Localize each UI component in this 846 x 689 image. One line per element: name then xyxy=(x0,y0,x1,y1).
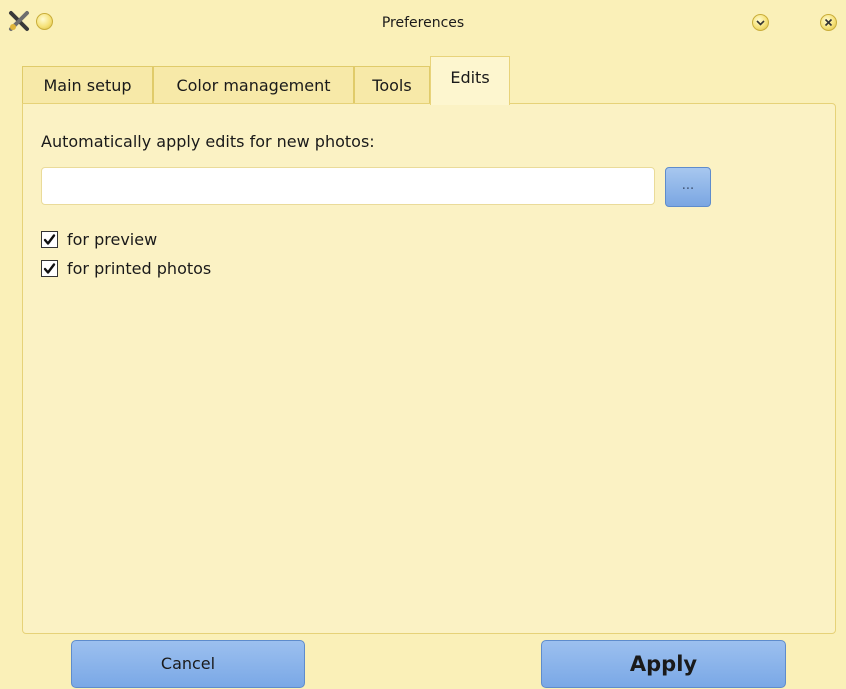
window-title: Preferences xyxy=(381,15,465,31)
for-printed-photos-label: for printed photos xyxy=(67,259,212,278)
apply-button[interactable]: Apply xyxy=(541,640,786,688)
tab-edits[interactable]: Edits xyxy=(430,56,510,105)
tab-tools[interactable]: Tools xyxy=(354,66,430,104)
for-preview-checkbox[interactable] xyxy=(41,231,58,248)
auto-apply-label: Automatically apply edits for new photos… xyxy=(41,132,375,151)
edits-path-input[interactable] xyxy=(41,167,655,205)
edits-panel: Automatically apply edits for new photos… xyxy=(22,103,836,634)
browse-button[interactable]: ... xyxy=(665,167,711,207)
for-preview-option[interactable]: for preview xyxy=(41,230,157,249)
for-preview-label: for preview xyxy=(67,230,158,249)
tab-main-setup[interactable]: Main setup xyxy=(22,66,153,104)
for-printed-photos-checkbox[interactable] xyxy=(41,260,58,277)
for-printed-photos-option[interactable]: for printed photos xyxy=(41,259,211,278)
cancel-button[interactable]: Cancel xyxy=(71,640,305,688)
chevron-down-icon[interactable] xyxy=(752,14,769,31)
title-bar: Preferences xyxy=(0,0,846,46)
close-icon[interactable] xyxy=(820,14,837,31)
tab-color-management[interactable]: Color management xyxy=(153,66,354,104)
